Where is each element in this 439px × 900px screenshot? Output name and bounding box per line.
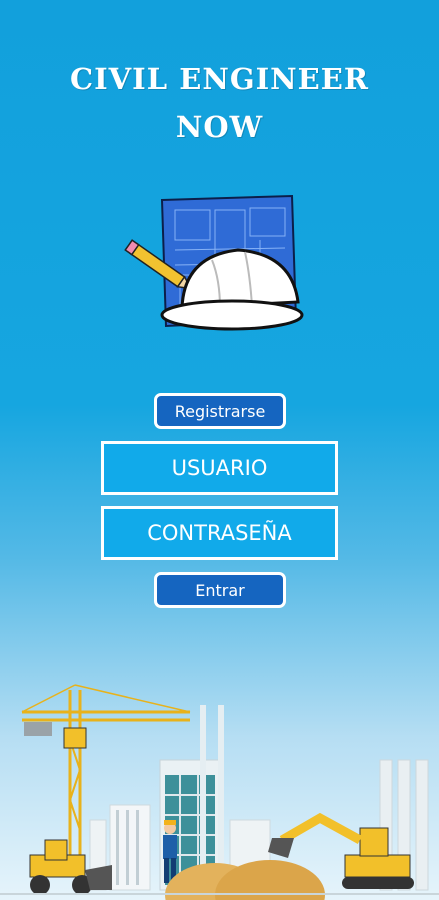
construction-scene-illustration xyxy=(0,684,439,900)
login-button[interactable]: Entrar xyxy=(154,572,286,608)
password-field[interactable]: CONTRASEÑA xyxy=(101,506,338,560)
register-button[interactable]: Registrarse xyxy=(154,393,286,429)
app-title-line2: NOW xyxy=(175,110,264,144)
blueprint-hardhat-logo-icon xyxy=(124,194,304,331)
username-field[interactable]: USUARIO xyxy=(101,441,338,495)
app-title-line1: CIVIL ENGINEER xyxy=(70,62,369,96)
